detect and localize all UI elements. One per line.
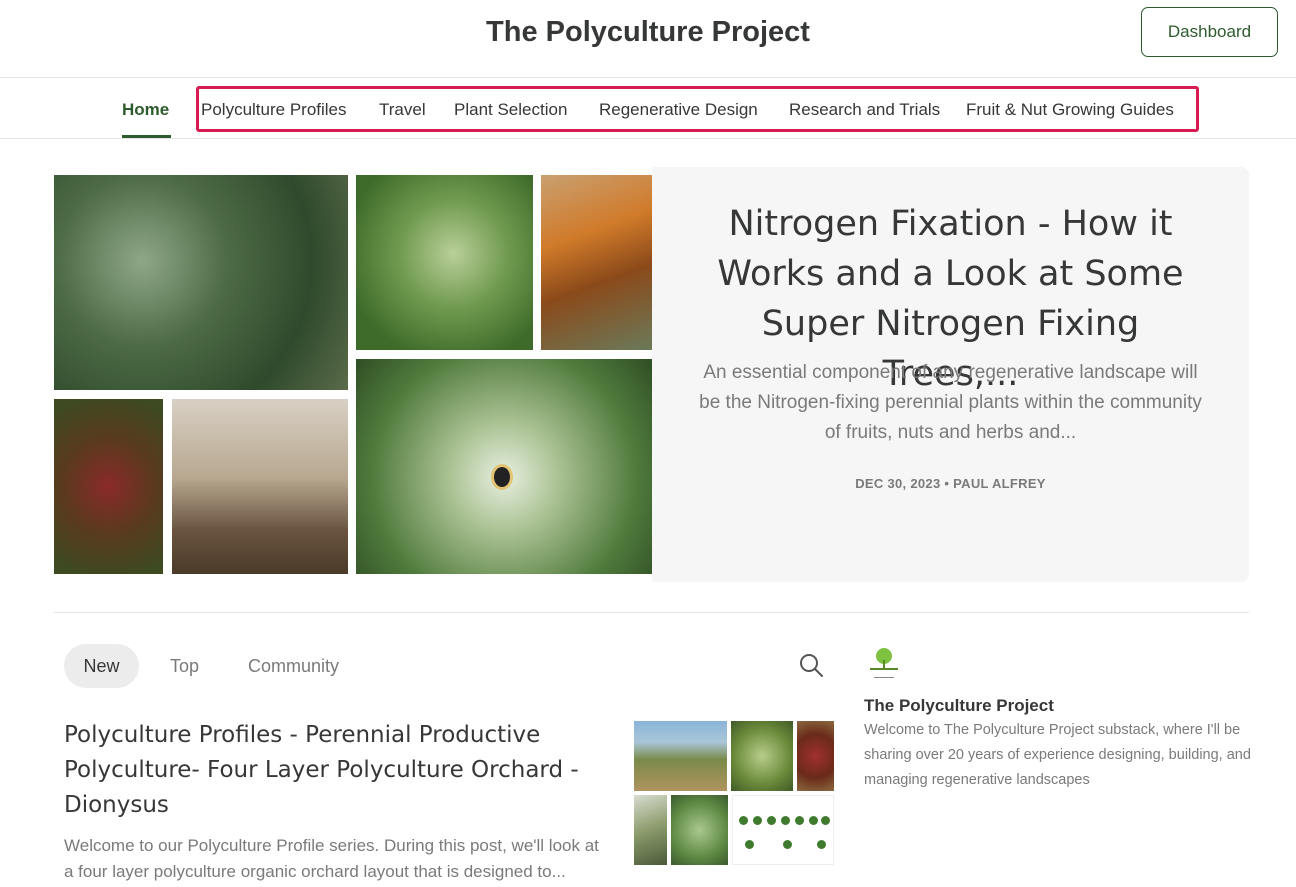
hero-post-card[interactable]: Nitrogen Fixation - How it Works and a L… (652, 167, 1249, 582)
thumb-photo-cherries (797, 721, 834, 791)
search-icon[interactable] (798, 652, 824, 678)
publication-description: Welcome to The Polyculture Project subst… (864, 722, 1251, 788)
thumb-photo-flowers (731, 721, 793, 791)
section-divider (54, 612, 1249, 613)
tab-community[interactable]: Community (248, 644, 339, 688)
post-excerpt: Welcome to our Polyculture Profile serie… (64, 836, 599, 881)
main-nav: Home Polyculture Profiles Travel Plant S… (0, 78, 1296, 139)
site-title[interactable]: The Polyculture Project (0, 16, 1296, 49)
tab-top[interactable]: Top (170, 644, 199, 688)
hero-post-description: An essential component of any regenerati… (699, 362, 1202, 443)
hero-photo-leaves (54, 175, 348, 390)
hero-image-collage[interactable] (54, 175, 652, 574)
nav-item-polyculture-profiles[interactable]: Polyculture Profiles (201, 100, 347, 120)
post-thumbnail[interactable] (634, 721, 834, 865)
hero-photo-sea-buckthorn (541, 175, 652, 350)
tab-new[interactable]: New (64, 644, 139, 688)
dashboard-button[interactable]: Dashboard (1141, 7, 1278, 57)
thumb-photo-foliage (671, 795, 728, 865)
nav-item-regenerative-design[interactable]: Regenerative Design (599, 100, 758, 120)
hero-photo-berries (54, 399, 163, 574)
hero-photo-alder (356, 175, 533, 350)
nav-item-research-and-trials[interactable]: Research and Trials (789, 100, 940, 120)
thumb-photo-landscape (634, 721, 727, 791)
nav-item-travel[interactable]: Travel (379, 100, 426, 120)
hero-photo-sweet-clover (356, 359, 652, 574)
publication-logo[interactable] (864, 644, 904, 684)
hero-photo-root-nodules (172, 399, 348, 574)
post-title[interactable]: Polyculture Profiles - Perennial Product… (64, 718, 584, 823)
publication-name[interactable]: The Polyculture Project (864, 696, 1054, 716)
nav-item-plant-selection[interactable]: Plant Selection (454, 100, 567, 120)
site-header: The Polyculture Project Dashboard (0, 0, 1296, 78)
nav-active-underline (122, 135, 171, 138)
thumb-diagram (732, 795, 834, 865)
nav-item-home[interactable]: Home (122, 100, 169, 120)
thumb-photo-bird (634, 795, 667, 865)
bee-icon (494, 467, 510, 487)
nav-item-fruit-nut-growing-guides[interactable]: Fruit & Nut Growing Guides (966, 100, 1174, 120)
hero-post-meta: DEC 30, 2023 • PAUL ALFREY (855, 476, 1046, 491)
